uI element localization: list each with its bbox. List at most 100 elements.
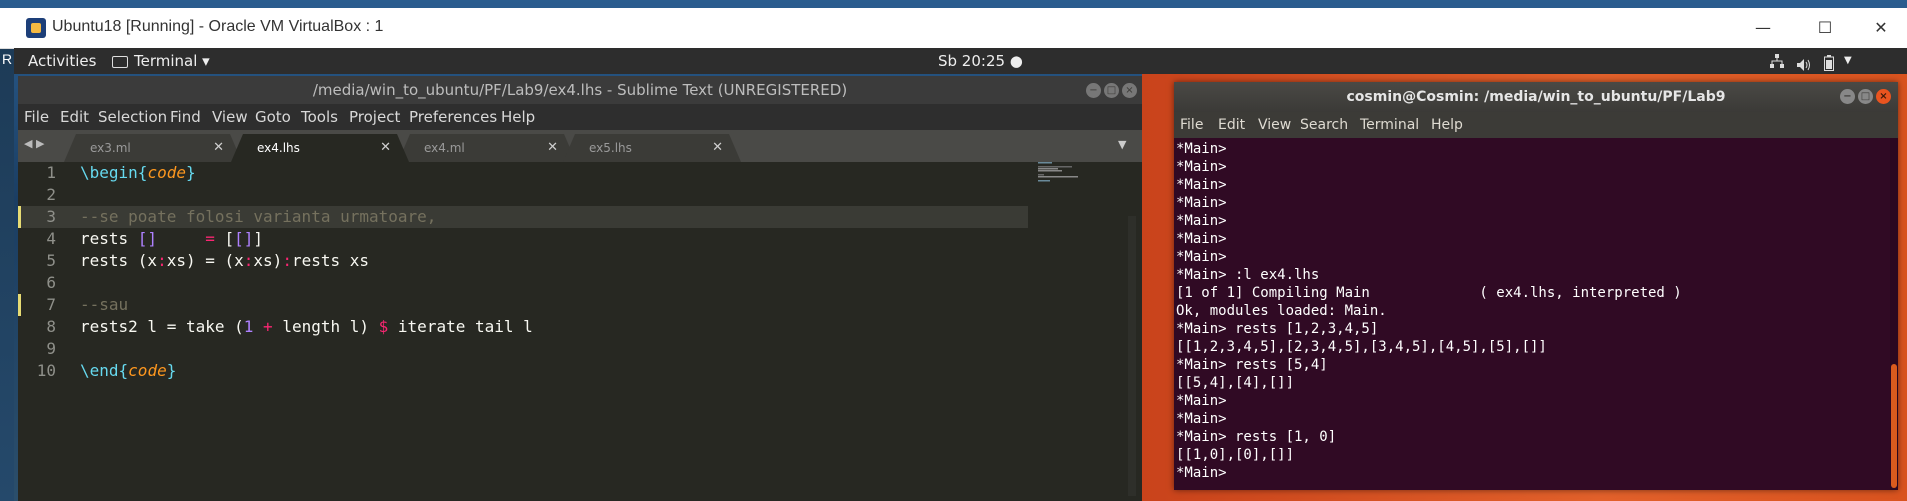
code-token: = xyxy=(205,229,215,248)
menu-selection[interactable]: Selection xyxy=(98,104,167,130)
code-token: rests xs xyxy=(291,251,370,270)
terminal-line: *Main> xyxy=(1176,411,1227,427)
menu-view[interactable]: View xyxy=(212,104,248,130)
terminal-output[interactable]: *Main> *Main> *Main> *Main> *Main> *Main… xyxy=(1174,138,1890,490)
code-line: 2 xyxy=(18,184,1028,206)
code-line: 9 xyxy=(18,338,1028,360)
tab-ex3-ml[interactable]: ex3.ml ✕ xyxy=(64,134,242,162)
terminal-line: Ok, modules loaded: Main. xyxy=(1176,303,1387,319)
tab-ex5-lhs[interactable]: ex5.lhs ✕ xyxy=(563,134,741,162)
code-token: \end{ xyxy=(80,361,129,380)
code-line: 4 rests [] = [[]] xyxy=(18,228,1028,250)
network-icon[interactable] xyxy=(1770,54,1784,68)
terminal-line: [[1,0],[0],[]] xyxy=(1176,447,1295,463)
activities-button[interactable]: Activities xyxy=(28,48,96,74)
terminal-maximize-button[interactable]: □ xyxy=(1858,89,1873,104)
menu-terminal[interactable]: Terminal xyxy=(1360,112,1419,138)
tab-ex4-ml[interactable]: ex4.ml ✕ xyxy=(398,134,576,162)
virtualbox-window-title: Ubuntu18 [Running] - Oracle VM VirtualBo… xyxy=(52,18,384,35)
menu-help[interactable]: Help xyxy=(1431,112,1463,138)
code-line: 6 xyxy=(18,272,1028,294)
code-comment: --se poate folosi varianta urmatoare, xyxy=(80,207,437,226)
line-number: 8 xyxy=(46,317,56,336)
menu-goto[interactable]: Goto xyxy=(255,104,291,130)
menu-find[interactable]: Find xyxy=(170,104,201,130)
code-line: 8 rests2 l = take (1 + length l) $ itera… xyxy=(18,316,1028,338)
line-number: 4 xyxy=(46,229,56,248)
tab-close-icon[interactable]: ✕ xyxy=(213,134,224,162)
terminal-line: *Main> xyxy=(1176,213,1227,229)
terminal-line: *Main> xyxy=(1176,249,1227,265)
code-line: 5 rests (x:xs) = (x:xs):rests xs xyxy=(18,250,1028,272)
line-number: 3 xyxy=(46,207,56,226)
terminal-prompt-line: *Main> xyxy=(1176,465,1227,481)
virtualbox-icon xyxy=(26,18,46,38)
tab-close-icon[interactable]: ✕ xyxy=(712,134,723,162)
sublime-close-button[interactable]: × xyxy=(1122,83,1137,98)
menu-file[interactable]: File xyxy=(24,104,49,130)
tab-ex4-lhs[interactable]: ex4.lhs ✕ xyxy=(231,134,409,162)
terminal-line: *Main> xyxy=(1176,159,1227,175)
code-editor[interactable]: 1 \begin{code} 2 3 --se poate folosi var… xyxy=(18,162,1142,501)
menu-preferences[interactable]: Preferences xyxy=(409,104,497,130)
menu-search[interactable]: Search xyxy=(1300,112,1348,138)
minimap[interactable] xyxy=(1038,162,1118,202)
code-token: rests2 l = take ( xyxy=(80,317,244,336)
terminal-line: [1 of 1] Compiling Main ( ex4.lhs, inter… xyxy=(1176,285,1682,301)
battery-icon[interactable] xyxy=(1824,53,1834,71)
code-token: length l) xyxy=(282,317,379,336)
code-token: 1 xyxy=(243,317,254,336)
sublime-tab-bar: ◀ ▶ ex3.ml ✕ ex4.ml ✕ ex5.lhs ✕ ex4.lhs … xyxy=(18,130,1142,162)
sublime-titlebar: /media/win_to_ubuntu/PF/Lab9/ex4.lhs - S… xyxy=(18,76,1142,104)
terminal-app-icon xyxy=(112,55,128,68)
line-number: 10 xyxy=(36,361,56,380)
terminal-window: cosmin@Cosmin: /media/win_to_ubuntu/PF/L… xyxy=(1174,82,1898,490)
menu-project[interactable]: Project xyxy=(349,104,400,130)
code-token: : xyxy=(243,251,254,270)
code-line: 1 \begin{code} xyxy=(18,162,1028,184)
clock[interactable]: Sb 20:25 ● xyxy=(938,48,1023,74)
terminal-menubar: File Edit View Search Terminal Help xyxy=(1174,112,1898,138)
menu-edit[interactable]: Edit xyxy=(1218,112,1245,138)
terminal-line: *Main> :l ex4.lhs xyxy=(1176,267,1320,283)
maximize-button[interactable]: ☐ xyxy=(1802,14,1848,42)
terminal-app-menu[interactable]: Terminal ▾ xyxy=(112,48,210,74)
minimize-button[interactable]: — xyxy=(1740,14,1786,42)
tab-label: ex5.lhs xyxy=(589,141,632,155)
sublime-menubar: File Edit Selection Find View Goto Tools… xyxy=(18,104,1142,130)
code-token: ] xyxy=(253,229,264,248)
tab-dropdown-icon[interactable]: ▼ xyxy=(1118,138,1126,151)
menu-help[interactable]: Help xyxy=(501,104,535,130)
desktop-left-edge: R xyxy=(0,48,14,501)
menu-edit[interactable]: Edit xyxy=(60,104,89,130)
terminal-scrollbar-thumb[interactable] xyxy=(1891,364,1897,488)
terminal-line: *Main> xyxy=(1176,231,1227,247)
menu-file[interactable]: File xyxy=(1180,112,1203,138)
sublime-minimize-button[interactable]: − xyxy=(1086,83,1101,98)
power-menu-icon[interactable]: ▼ xyxy=(1844,48,1852,74)
code-token: [] xyxy=(234,229,254,248)
close-button[interactable]: ✕ xyxy=(1858,14,1904,42)
terminal-window-title: cosmin@Cosmin: /media/win_to_ubuntu/PF/L… xyxy=(1346,89,1726,105)
volume-icon[interactable] xyxy=(1796,54,1812,71)
tab-nav-arrows[interactable]: ◀ ▶ xyxy=(24,137,44,150)
sublime-scrollbar[interactable] xyxy=(1128,216,1136,496)
terminal-scrollbar[interactable] xyxy=(1890,138,1898,490)
code-token: iterate tail l xyxy=(388,317,533,336)
tab-close-icon[interactable]: ✕ xyxy=(380,134,391,162)
tab-close-icon[interactable]: ✕ xyxy=(547,134,558,162)
code-line: 10 \end{code} xyxy=(18,360,1028,382)
code-comment: --sau xyxy=(80,295,129,314)
code-token: code xyxy=(147,163,186,182)
code-token: code xyxy=(128,361,167,380)
code-token: } xyxy=(185,163,196,182)
code-token: rests (x xyxy=(80,251,158,270)
terminal-close-button[interactable]: × xyxy=(1876,89,1891,104)
menu-view[interactable]: View xyxy=(1258,112,1291,138)
sublime-window-title: /media/win_to_ubuntu/PF/Lab9/ex4.lhs - S… xyxy=(312,81,848,99)
terminal-minimize-button[interactable]: − xyxy=(1840,89,1855,104)
terminal-line: *Main> rests [1, 0] xyxy=(1176,429,1337,445)
menu-tools[interactable]: Tools xyxy=(301,104,338,130)
terminal-line: [[1,2,3,4,5],[2,3,4,5],[3,4,5],[4,5],[5]… xyxy=(1176,339,1547,355)
sublime-maximize-button[interactable]: □ xyxy=(1104,83,1119,98)
